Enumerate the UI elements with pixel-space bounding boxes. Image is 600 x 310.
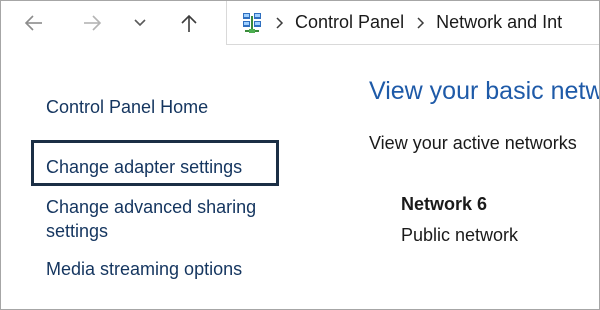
breadcrumb-network-and-internet[interactable]: Network and Int — [436, 12, 562, 33]
change-advanced-sharing-settings-link[interactable]: Change advanced sharing settings — [46, 195, 296, 243]
recent-locations-button[interactable] — [124, 7, 156, 39]
change-adapter-settings-link[interactable]: Change adapter settings — [46, 155, 242, 179]
arrow-up-icon — [179, 13, 199, 33]
main-content: View your basic netw View your active ne… — [369, 45, 599, 309]
address-bar[interactable]: Control Panel Network and Int — [226, 1, 599, 45]
arrow-right-icon — [82, 13, 102, 33]
arrow-left-icon — [24, 13, 44, 33]
control-panel-window: Control Panel Network and Int Control Pa… — [0, 0, 600, 310]
task-pane: Control Panel Home Change adapter settin… — [1, 45, 331, 309]
back-button[interactable] — [18, 7, 50, 39]
chevron-right-icon — [275, 16, 285, 29]
network-name: Network 6 — [401, 194, 488, 214]
chevron-down-icon — [132, 15, 148, 31]
up-button[interactable] — [173, 7, 205, 39]
network-icon — [241, 12, 263, 34]
forward-button[interactable] — [76, 7, 108, 39]
control-panel-home-link[interactable]: Control Panel Home — [46, 95, 208, 119]
media-streaming-options-link[interactable]: Media streaming options — [46, 257, 242, 281]
navigation-bar: Control Panel Network and Int — [1, 1, 599, 45]
page-title: View your basic netw — [369, 77, 599, 105]
chevron-right-icon — [416, 16, 426, 29]
network-type: Public network — [401, 225, 519, 245]
active-networks-heading: View your active networks — [369, 133, 577, 153]
breadcrumb-control-panel[interactable]: Control Panel — [295, 12, 404, 33]
